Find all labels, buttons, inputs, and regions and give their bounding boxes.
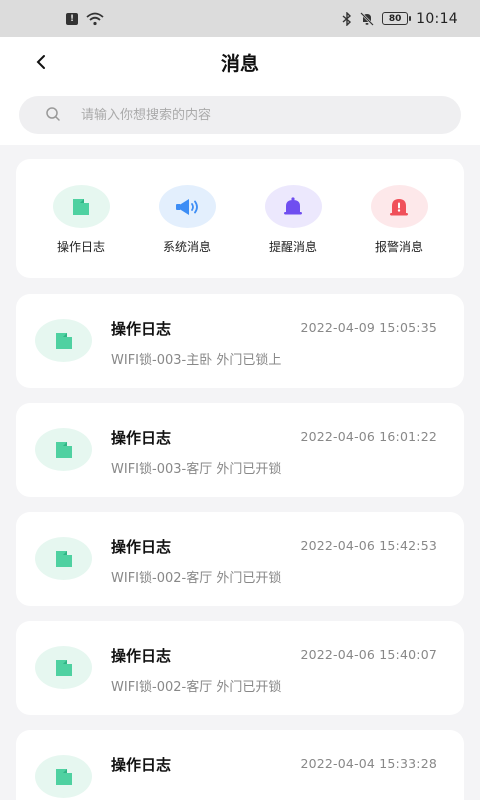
message-item[interactable]: 操作日志 2022-04-04 15:33:28 xyxy=(16,730,464,800)
wifi-icon xyxy=(86,12,104,25)
status-right: 80 10:14 xyxy=(342,11,458,27)
message-title: 操作日志 xyxy=(111,647,172,665)
category-icon-bg xyxy=(158,185,216,228)
message-time: 2022-04-06 15:40:07 xyxy=(300,647,437,662)
alarm-icon xyxy=(390,198,408,215)
message-item[interactable]: 操作日志 2022-04-06 16:01:22 WIFI锁-003-客厅 外门… xyxy=(16,403,464,497)
category-label: 系统消息 xyxy=(162,240,211,254)
message-item[interactable]: 操作日志 2022-04-09 15:05:35 WIFI锁-003-主卧 外门… xyxy=(16,294,464,388)
message-icon-bg xyxy=(35,755,92,798)
category-system-message[interactable]: 系统消息 xyxy=(142,185,232,255)
page-title: 消息 xyxy=(220,53,259,75)
message-icon-bg xyxy=(35,646,92,689)
sim-alert-icon: ! xyxy=(66,12,78,25)
category-panel: 操作日志 系统消息 提醒消息 报警消息 xyxy=(16,159,464,278)
category-icon-bg xyxy=(370,185,428,228)
message-item[interactable]: 操作日志 2022-04-06 15:42:53 WIFI锁-002-客厅 外门… xyxy=(16,512,464,606)
message-desc: WIFI锁-002-客厅 外门已开锁 xyxy=(111,571,282,586)
mute-bell-icon xyxy=(360,11,374,26)
message-icon-bg xyxy=(35,537,92,580)
category-operation-log[interactable]: 操作日志 xyxy=(36,185,126,255)
category-reminder-message[interactable]: 提醒消息 xyxy=(248,185,338,255)
folder-icon xyxy=(55,550,72,567)
bell-icon xyxy=(284,196,302,214)
folder-icon xyxy=(55,332,72,349)
message-desc: WIFI锁-002-客厅 外门已开锁 xyxy=(111,680,282,695)
folder-icon xyxy=(73,198,89,215)
message-icon-bg xyxy=(35,319,92,362)
category-label: 操作日志 xyxy=(56,240,105,254)
message-title: 操作日志 xyxy=(111,320,172,338)
message-item[interactable]: 操作日志 2022-04-06 15:40:07 WIFI锁-002-客厅 外门… xyxy=(16,621,464,715)
message-title: 操作日志 xyxy=(111,538,172,556)
message-time: 2022-04-06 16:01:22 xyxy=(300,429,437,444)
status-time: 10:14 xyxy=(416,10,458,27)
category-icon-bg xyxy=(52,185,110,228)
bluetooth-icon xyxy=(342,11,352,26)
message-desc: WIFI锁-003-客厅 外门已开锁 xyxy=(111,462,282,477)
category-alarm-message[interactable]: 报警消息 xyxy=(354,185,444,255)
message-time: 2022-04-06 15:42:53 xyxy=(300,538,437,553)
search-icon xyxy=(46,107,60,121)
search-input[interactable] xyxy=(81,96,441,134)
message-title: 操作日志 xyxy=(111,756,172,774)
battery-icon: 80 xyxy=(382,12,412,25)
header: 消息 xyxy=(0,37,480,145)
category-label: 提醒消息 xyxy=(268,240,317,254)
message-time: 2022-04-04 15:33:28 xyxy=(300,756,437,771)
category-label: 报警消息 xyxy=(374,240,423,254)
category-icon-bg xyxy=(264,185,322,228)
folder-icon xyxy=(55,441,72,458)
message-time: 2022-04-09 15:05:35 xyxy=(300,320,437,335)
status-bar: ! 80 10:14 xyxy=(0,0,480,37)
folder-icon xyxy=(55,768,72,785)
message-desc: WIFI锁-003-主卧 外门已锁上 xyxy=(111,353,282,368)
folder-icon xyxy=(55,659,72,676)
search-bar[interactable] xyxy=(19,96,461,134)
status-left: ! xyxy=(66,12,104,26)
speaker-icon xyxy=(176,198,198,215)
message-icon-bg xyxy=(35,428,92,471)
message-title: 操作日志 xyxy=(111,429,172,447)
